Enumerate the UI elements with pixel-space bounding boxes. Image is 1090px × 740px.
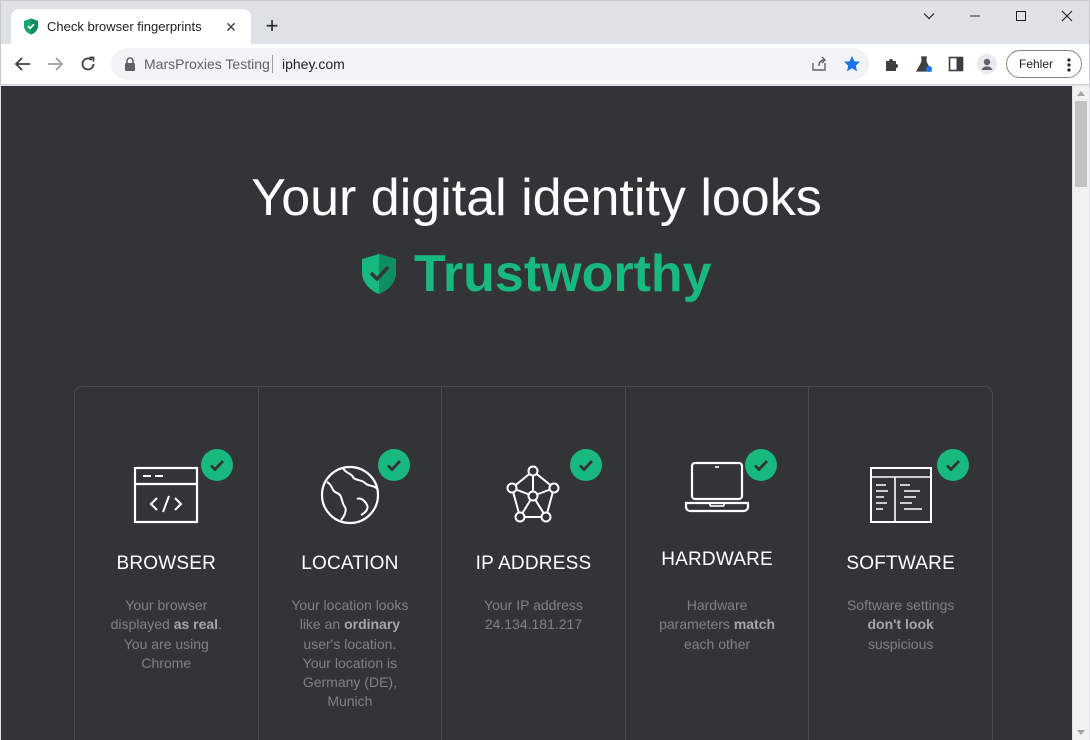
tab-close-icon[interactable]: ✕ [221,17,241,37]
verdict-label: Trustworthy [414,245,712,303]
arrow-left-icon [14,57,30,71]
lock-icon[interactable] [123,56,137,72]
card-description-text: Software settings [846,597,955,613]
side-panel-icon[interactable] [946,54,966,74]
laptop-icon [684,461,750,513]
profile-error-label: Fehler [1019,57,1054,71]
card-description: Your IP address 24.134.181.217 [473,596,593,635]
minimize-icon[interactable] [960,5,990,27]
check-icon [937,449,970,481]
page-content: Your digital identity looks Trustworthy … [1,86,1072,740]
page-scrollbar[interactable] [1072,86,1089,740]
maximize-icon[interactable] [1006,5,1036,27]
extensions-puzzle-icon[interactable] [882,54,902,74]
card-description-emphasis: ordinary [344,616,401,633]
tab-strip: Check browser fingerprints ✕ + [0,0,1090,45]
card-description: Hardware parameters match each other [657,596,777,654]
card-description-text: Your IP address 24.134.181.217 [484,597,583,633]
card-description-emphasis: match [733,616,776,633]
card-title: SOFTWARE [846,553,955,574]
check-icon [377,449,410,481]
card-description: Your location looks like an ordinary use… [290,596,410,712]
card-title: HARDWARE [661,549,773,570]
scroll-up-arrow-icon[interactable] [1077,91,1085,96]
page-headline: Your digital identity looks [251,169,822,227]
card-description: Your browser displayed as real. You are … [106,596,226,673]
check-icon [744,449,777,481]
fingerprint-cards: BROWSER Your browser displayed as real. … [74,386,993,740]
card-description-text: suspicious [867,635,934,652]
reload-icon [81,56,95,71]
reload-button[interactable] [76,52,100,76]
profile-error-button[interactable]: Fehler [1006,50,1082,78]
check-icon [570,449,603,481]
arrow-right-icon [48,57,64,71]
menu-dots-icon[interactable] [1065,57,1073,73]
close-window-icon[interactable] [1052,5,1082,27]
card-description-text: each other [683,635,751,652]
labs-flask-icon[interactable] [914,54,934,74]
back-button[interactable] [11,52,35,76]
shield-favicon-icon [24,18,38,35]
bookmark-star-icon[interactable] [842,54,862,74]
scroll-thumb[interactable] [1075,101,1087,187]
card-ip-address: IP ADDRESS Your IP address 24.134.181.21… [442,387,626,740]
new-tab-button[interactable]: + [261,15,283,37]
card-browser: BROWSER Your browser displayed as real. … [75,387,259,740]
software-window-icon [869,467,932,523]
scroll-down-arrow-icon[interactable] [1077,730,1085,735]
verdict: Trustworthy [361,244,712,304]
address-bar[interactable]: MarsProxies Testing iphey.com [111,48,869,80]
tab-search-icon[interactable] [914,5,944,27]
card-description-text: user's location. Your location is German… [302,635,398,710]
card-title: LOCATION [301,553,399,574]
browser-toolbar: MarsProxies Testing iphey.com Fehler [0,44,1090,85]
card-title: BROWSER [116,553,217,574]
forward-button[interactable] [43,52,67,76]
avatar-icon[interactable] [977,54,997,74]
browser-tab[interactable]: Check browser fingerprints ✕ [11,9,251,45]
card-software: SOFTWARE Software settings don't look su… [809,387,992,740]
url-text[interactable]: iphey.com [282,56,345,72]
globe-icon [320,465,379,525]
browser-code-icon [134,466,199,524]
network-nodes-icon [506,465,560,523]
shield-check-icon [362,254,396,294]
card-description-emphasis: don't look [867,616,934,633]
card-title: IP ADDRESS [475,553,592,574]
card-location: LOCATION Your location looks like an ord… [259,387,443,740]
tab-title: Check browser fingerprints [47,19,202,34]
card-hardware: HARDWARE Hardware parameters match each … [626,387,810,740]
card-description-emphasis: as real [173,616,219,633]
share-icon[interactable] [810,55,828,73]
site-identity-label: MarsProxies Testing [144,56,270,72]
check-icon [201,449,233,481]
card-description: Software settings don't look suspicious [841,596,961,654]
url-separator [272,55,273,73]
